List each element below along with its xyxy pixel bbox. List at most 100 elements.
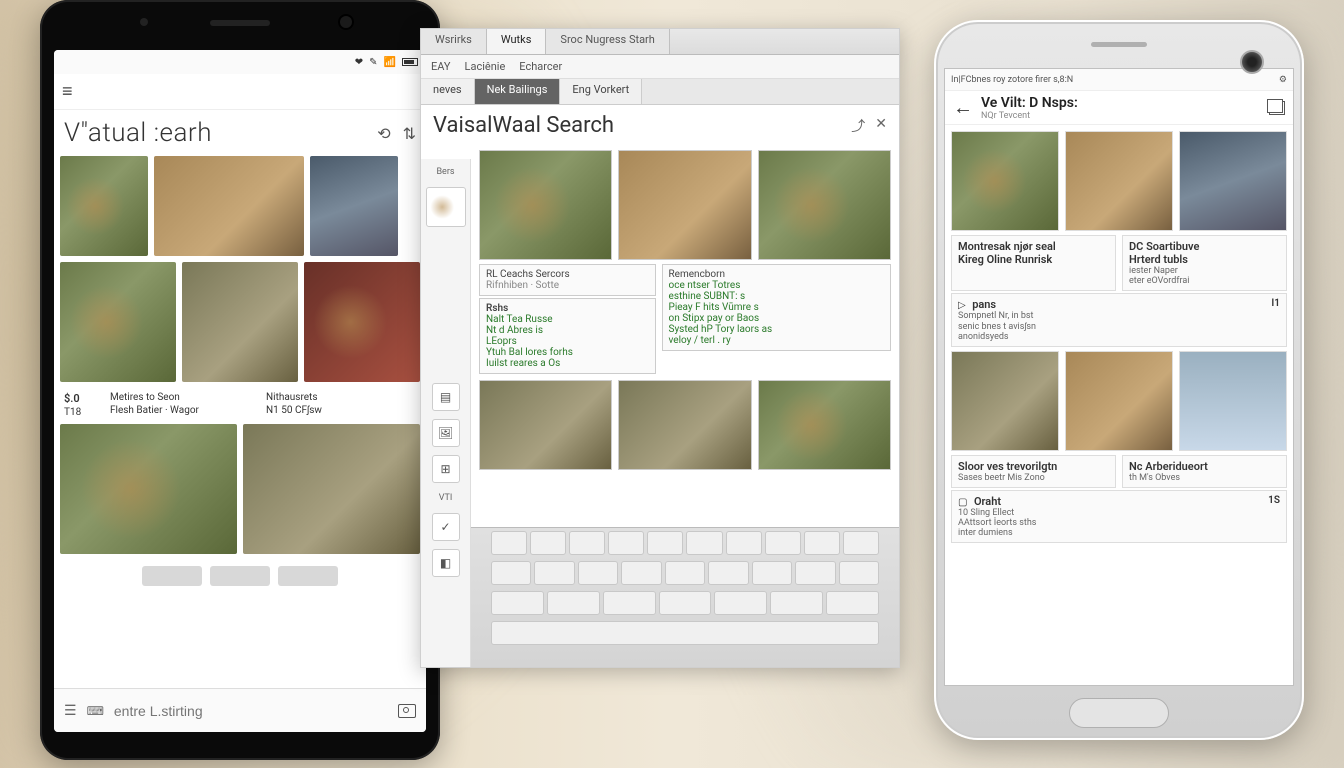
left-phone-device: ❤ ✎ 📶 ≡ V"atual :earh ⟲ ⇅	[40, 0, 440, 760]
result-thumb[interactable]	[304, 262, 420, 382]
info-line: esthine SUBNT: s	[669, 291, 884, 302]
keyboard-icon[interactable]: ⌨	[87, 704, 104, 718]
browser-tabs: Wsrirks Wutks Sroc Nugress Starh	[421, 29, 899, 55]
result-thumb[interactable]	[182, 262, 298, 382]
crumb[interactable]: neves	[421, 79, 475, 104]
info-line: on Stipx pay or Baos	[669, 313, 884, 324]
list-icon[interactable]: ☰	[64, 703, 77, 719]
side-toolbar: Bers ▤ 🖼 ⊞ VTI ✓ ◧	[421, 159, 471, 667]
result-card[interactable]: I1 ▷ pans Sompnetl Nr, in bst senic bnes…	[951, 293, 1287, 347]
info-line: Iuilst reares a Os	[486, 358, 649, 369]
result-thumb[interactable]	[60, 262, 176, 382]
result-thumb[interactable]	[479, 150, 612, 260]
info-line: RL Ceachs Sercors	[486, 269, 649, 280]
result-thumb[interactable]	[1179, 131, 1287, 231]
back-icon[interactable]: ←	[953, 95, 973, 120]
search-input[interactable]	[114, 703, 388, 719]
left-phone-screen: ❤ ✎ 📶 ≡ V"atual :earh ⟲ ⇅	[54, 50, 426, 732]
settings-icon[interactable]: ⚙	[1279, 75, 1287, 85]
result-thumb[interactable]	[951, 351, 1059, 451]
crumb[interactable]: Eng Vorkert	[560, 79, 642, 104]
card-line: 10 Sling Ellect	[958, 508, 1280, 518]
chip[interactable]	[278, 566, 338, 586]
result-thumb[interactable]	[758, 150, 891, 260]
card-line: anonidsyeds	[958, 332, 1280, 342]
card-line: inter dumiens	[958, 528, 1280, 538]
card-meta: iester Naper	[1129, 266, 1280, 276]
result-thumb[interactable]	[243, 424, 420, 554]
bookmark-icon: ▷	[958, 300, 966, 311]
status-bar: In|FCbnes roy zotore firer s,8:N ⚙	[945, 69, 1293, 91]
heart-icon: ❤	[355, 57, 363, 68]
share-icon[interactable]: ⤴	[851, 116, 865, 136]
menu-item[interactable]: EAY	[431, 60, 451, 73]
crumb[interactable]: Nek Bailings	[475, 79, 561, 104]
menu-item[interactable]: Echarcer	[519, 60, 562, 73]
card-meta: th M's Obves	[1129, 473, 1280, 483]
result-thumb[interactable]	[1065, 131, 1173, 231]
result-thumb[interactable]	[60, 424, 237, 554]
camera-icon[interactable]	[398, 704, 416, 718]
result-title: Nithausrets	[266, 392, 416, 403]
tool-button[interactable]: ▤	[432, 383, 460, 411]
card-meta: Sases beetr Mis Zono	[958, 473, 1109, 483]
battery-icon	[402, 58, 418, 66]
info-line: Rifnhiben · Sotte	[486, 280, 649, 291]
result-thumb[interactable]	[1065, 351, 1173, 451]
page-subtitle: NQr Tevcent	[981, 111, 1078, 121]
menu-icon[interactable]: ≡	[62, 81, 73, 102]
signal-icon: 📶	[384, 57, 396, 68]
filter-icon[interactable]: ⇅	[403, 124, 416, 143]
result-subtitle: Flesh Batier · Wagor	[110, 405, 260, 416]
result-thumb[interactable]	[758, 380, 891, 470]
result-card[interactable]: Sloor ves trevorilgtn Sases beetr Mis Zo…	[951, 455, 1116, 488]
page-title: V"atual :earh	[64, 118, 212, 148]
card-title: Sloor ves trevorilgtn	[958, 460, 1109, 473]
virtual-keyboard[interactable]	[471, 527, 899, 667]
doc-icon: ▢	[958, 497, 967, 508]
browser-tab[interactable]: Sroc Nugress Starh	[546, 29, 669, 54]
tool-button[interactable]: 🖼	[432, 419, 460, 447]
result-card[interactable]: Montresak njør seal Kireg Oline Runrisk	[951, 235, 1116, 291]
card-line: senic bnes t avisʃsn	[958, 321, 1280, 332]
side-label: Bers	[434, 165, 456, 179]
result-thumb[interactable]	[618, 380, 751, 470]
page-title: VaisalWaal Search	[433, 113, 614, 138]
tool-button[interactable]: ⊞	[432, 455, 460, 483]
result-thumb[interactable]	[618, 150, 751, 260]
result-title: Metires to Seon	[110, 392, 260, 403]
browser-tab[interactable]: Wsrirks	[421, 29, 487, 54]
price-label: $.0	[64, 392, 80, 405]
chip[interactable]	[142, 566, 202, 586]
close-icon[interactable]: ✕	[875, 116, 887, 136]
info-line: Ytuh Bal lores forhs	[486, 347, 649, 358]
browser-tab[interactable]: Wutks	[487, 29, 547, 54]
card-title: DC Soartibuve	[1129, 240, 1280, 253]
result-thumb[interactable]	[310, 156, 398, 256]
result-card[interactable]: DC Soartibuve Hrterd tubls iester Naper …	[1122, 235, 1287, 291]
window-icon[interactable]	[1269, 101, 1285, 115]
result-thumb[interactable]	[479, 380, 612, 470]
side-thumb[interactable]	[426, 187, 466, 227]
right-phone-device: In|FCbnes roy zotore firer s,8:N ⚙ ← Ve …	[934, 20, 1304, 740]
refresh-icon[interactable]: ⟲	[377, 124, 390, 143]
result-thumb[interactable]	[60, 156, 148, 256]
info-line: Systed hP Tory laors as	[669, 324, 884, 335]
results-list: Montresak njør seal Kireg Oline Runrisk …	[945, 125, 1293, 685]
info-line: Nt d Abres is	[486, 325, 649, 336]
result-card[interactable]: 1S ▢ Oraht 10 Sling Ellect AAttsort İeor…	[951, 490, 1287, 543]
result-thumb[interactable]	[154, 156, 304, 256]
card-line: AAttsort İeorts sths	[958, 518, 1280, 528]
top-nav: ≡	[54, 74, 426, 110]
sub-label: T18	[64, 407, 104, 418]
chip[interactable]	[210, 566, 270, 586]
tool-checkbox[interactable]: ✓	[432, 513, 460, 541]
tool-button[interactable]: ◧	[432, 549, 460, 577]
card-title: Montresak njør seal	[958, 240, 1109, 253]
result-thumb[interactable]	[951, 131, 1059, 231]
home-button[interactable]	[1069, 698, 1169, 728]
result-thumb[interactable]	[1179, 351, 1287, 451]
card-line: Sompnetl Nr, in bst	[958, 311, 1280, 321]
result-card[interactable]: Nc Arberidueort th M's Obves	[1122, 455, 1287, 488]
menu-item[interactable]: Laciênie	[465, 60, 506, 73]
